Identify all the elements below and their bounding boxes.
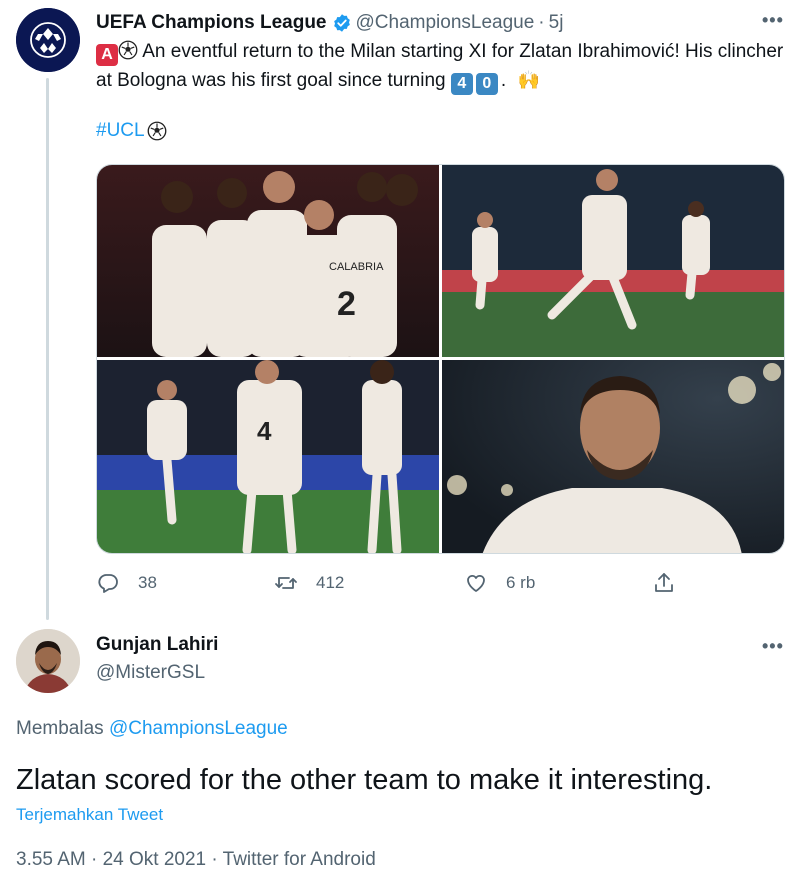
retweet-icon [275,577,297,589]
reply-tweet-text: Zlatan scored for the other team to make… [16,764,713,796]
retweet-count: 412 [316,573,345,592]
reply-author-name[interactable]: Gunjan Lahiri [96,634,218,656]
replying-prefix: Membalas [16,718,104,739]
parent-tweet-text-end: . [500,70,507,91]
parent-tweet-header: UEFA Champions League @ChampionsLeague ·… [96,10,563,36]
svg-text:2: 2 [337,285,356,323]
hashtag-line: #UCL [96,120,167,142]
parent-tweet-actions: 38 412 6 rb [96,568,696,598]
parent-tweet-time[interactable]: 5j [549,12,564,34]
more-icon[interactable]: ••• [762,636,784,657]
header-separator: · [538,12,545,33]
photo-zlatan-portrait[interactable] [442,360,784,553]
media-grid: CALABRIA 2 4 [96,164,785,554]
replying-to-mention[interactable]: @ChampionsLeague [109,718,288,739]
reply-author-handle[interactable]: @MisterGSL [96,662,205,684]
parent-tweet-body: An eventful return to the Milan starting… [96,41,784,91]
reply-icon [98,574,118,593]
ucl-avatar[interactable] [16,8,80,72]
keycap-a-emoji: A [96,44,118,66]
keycap-digit-4: 4 [450,73,473,95]
keycap-digit-0: 0 [475,73,498,95]
share-button[interactable] [652,568,694,598]
reply-tweet-meta: 3.55 AM · 24 Okt 2021 · Twitter for Andr… [16,849,376,870]
soccer-ball-icon [147,121,166,141]
thread-connector-line [46,78,49,620]
user-avatar[interactable] [16,629,80,693]
more-icon[interactable]: ••• [762,10,784,31]
parent-tweet-text: A An eventful return to the Milan starti… [96,38,786,95]
like-icon [467,574,485,592]
parent-author-name[interactable]: UEFA Champions League [96,12,327,34]
photo-team-celebration[interactable]: CALABRIA 2 [97,165,439,357]
hashtag-ucl[interactable]: #UCL [96,120,145,142]
soccer-ball-icon [118,40,138,60]
photo-teammates-hug[interactable]: 4 [97,360,439,553]
retweet-button[interactable]: 412 [274,568,344,598]
replying-to-line: Membalas @ChampionsLeague [16,718,288,740]
svg-text:4: 4 [257,416,272,446]
parent-tweet[interactable]: UEFA Champions League @ChampionsLeague ·… [0,0,800,620]
translate-tweet-link[interactable]: Terjemahkan Tweet [16,805,163,825]
raised-hands-icon: 🙌 [517,70,540,90]
svg-text:CALABRIA: CALABRIA [329,261,384,273]
reply-button[interactable]: 38 [96,568,157,598]
share-icon [655,573,673,592]
reply-count: 38 [138,573,157,592]
verified-icon [333,14,350,32]
like-button[interactable]: 6 rb [464,568,535,598]
photo-zlatan-running[interactable] [442,165,784,357]
parent-author-handle[interactable]: @ChampionsLeague [356,12,535,34]
like-count: 6 rb [506,573,536,592]
